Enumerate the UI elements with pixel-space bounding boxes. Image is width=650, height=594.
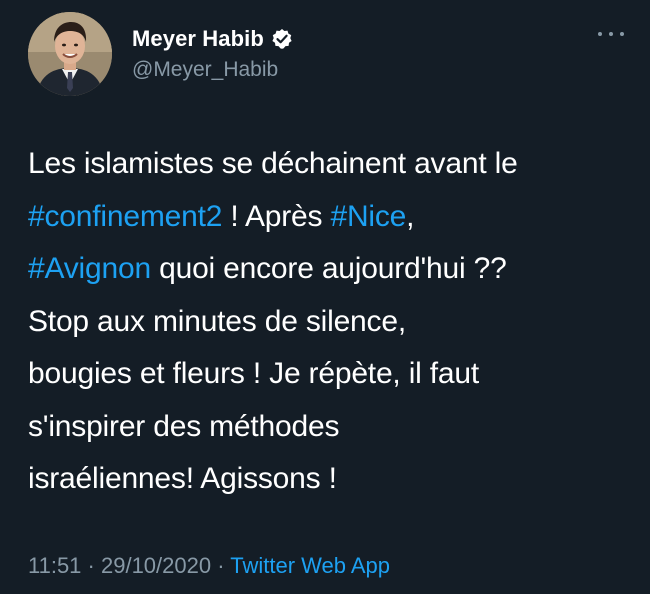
- hashtag-link[interactable]: #confinement2: [28, 200, 222, 233]
- tweet-card: Meyer Habib @Meyer_Habib Les islamistes …: [0, 0, 650, 594]
- tweet-text-segment: s'inspirer des méthodes: [28, 409, 340, 443]
- name-row: Meyer Habib: [132, 26, 293, 52]
- display-name[interactable]: Meyer Habib: [132, 26, 264, 52]
- tweet-line: #confinement2 ! Après #Nice,: [28, 191, 628, 244]
- tweet-text-segment: bougies et fleurs ! Je répète, il faut: [28, 357, 479, 390]
- hashtag-link[interactable]: #Avignon: [28, 252, 151, 285]
- user-handle[interactable]: @Meyer_Habib: [132, 58, 293, 82]
- more-dots-icon[interactable]: [598, 30, 624, 38]
- tweet-text-segment: Stop aux minutes de silence,: [28, 304, 406, 338]
- tweet-line: israéliennes! Agissons !: [28, 453, 628, 506]
- tweet-text-segment: israéliennes! Agissons !: [28, 462, 337, 495]
- tweet-line: Stop aux minutes de silence,: [28, 296, 628, 349]
- tweet-line: Les islamistes se déchainent avant le: [28, 138, 628, 191]
- tweet-line: bougies et fleurs ! Je répète, il faut: [28, 348, 628, 401]
- tweet-text-segment: quoi encore aujourd'hui ??: [150, 252, 507, 285]
- tweet-line: s'inspirer des méthodes: [28, 401, 628, 454]
- avatar-photo-icon: [28, 12, 112, 96]
- hashtag-link[interactable]: #Nice: [330, 200, 406, 233]
- tweet-text-segment: ,: [406, 199, 415, 233]
- tweet-line: #Avignon quoi encore aujourd'hui ??: [28, 243, 628, 296]
- tweet-source[interactable]: Twitter Web App: [230, 553, 390, 578]
- tweet-meta: 11:51 · 29/10/2020 · Twitter Web App: [28, 553, 390, 579]
- avatar[interactable]: [28, 12, 112, 96]
- tweet-text-segment: Les islamistes se déchainent avant le: [28, 147, 518, 180]
- verified-badge-icon: [271, 28, 293, 50]
- tweet-text-segment: ! Après: [222, 199, 331, 233]
- tweet-time[interactable]: 11:51: [28, 553, 81, 578]
- user-names: Meyer Habib @Meyer_Habib: [132, 26, 293, 82]
- tweet-header: Meyer Habib @Meyer_Habib: [28, 12, 293, 96]
- meta-separator: ·: [81, 553, 101, 578]
- tweet-text: Les islamistes se déchainent avant le #co…: [28, 138, 628, 506]
- more-dot: [620, 32, 624, 36]
- more-dot: [609, 32, 613, 36]
- more-dot: [598, 32, 602, 36]
- meta-separator: ·: [211, 553, 231, 578]
- tweet-date[interactable]: 29/10/2020: [101, 553, 211, 578]
